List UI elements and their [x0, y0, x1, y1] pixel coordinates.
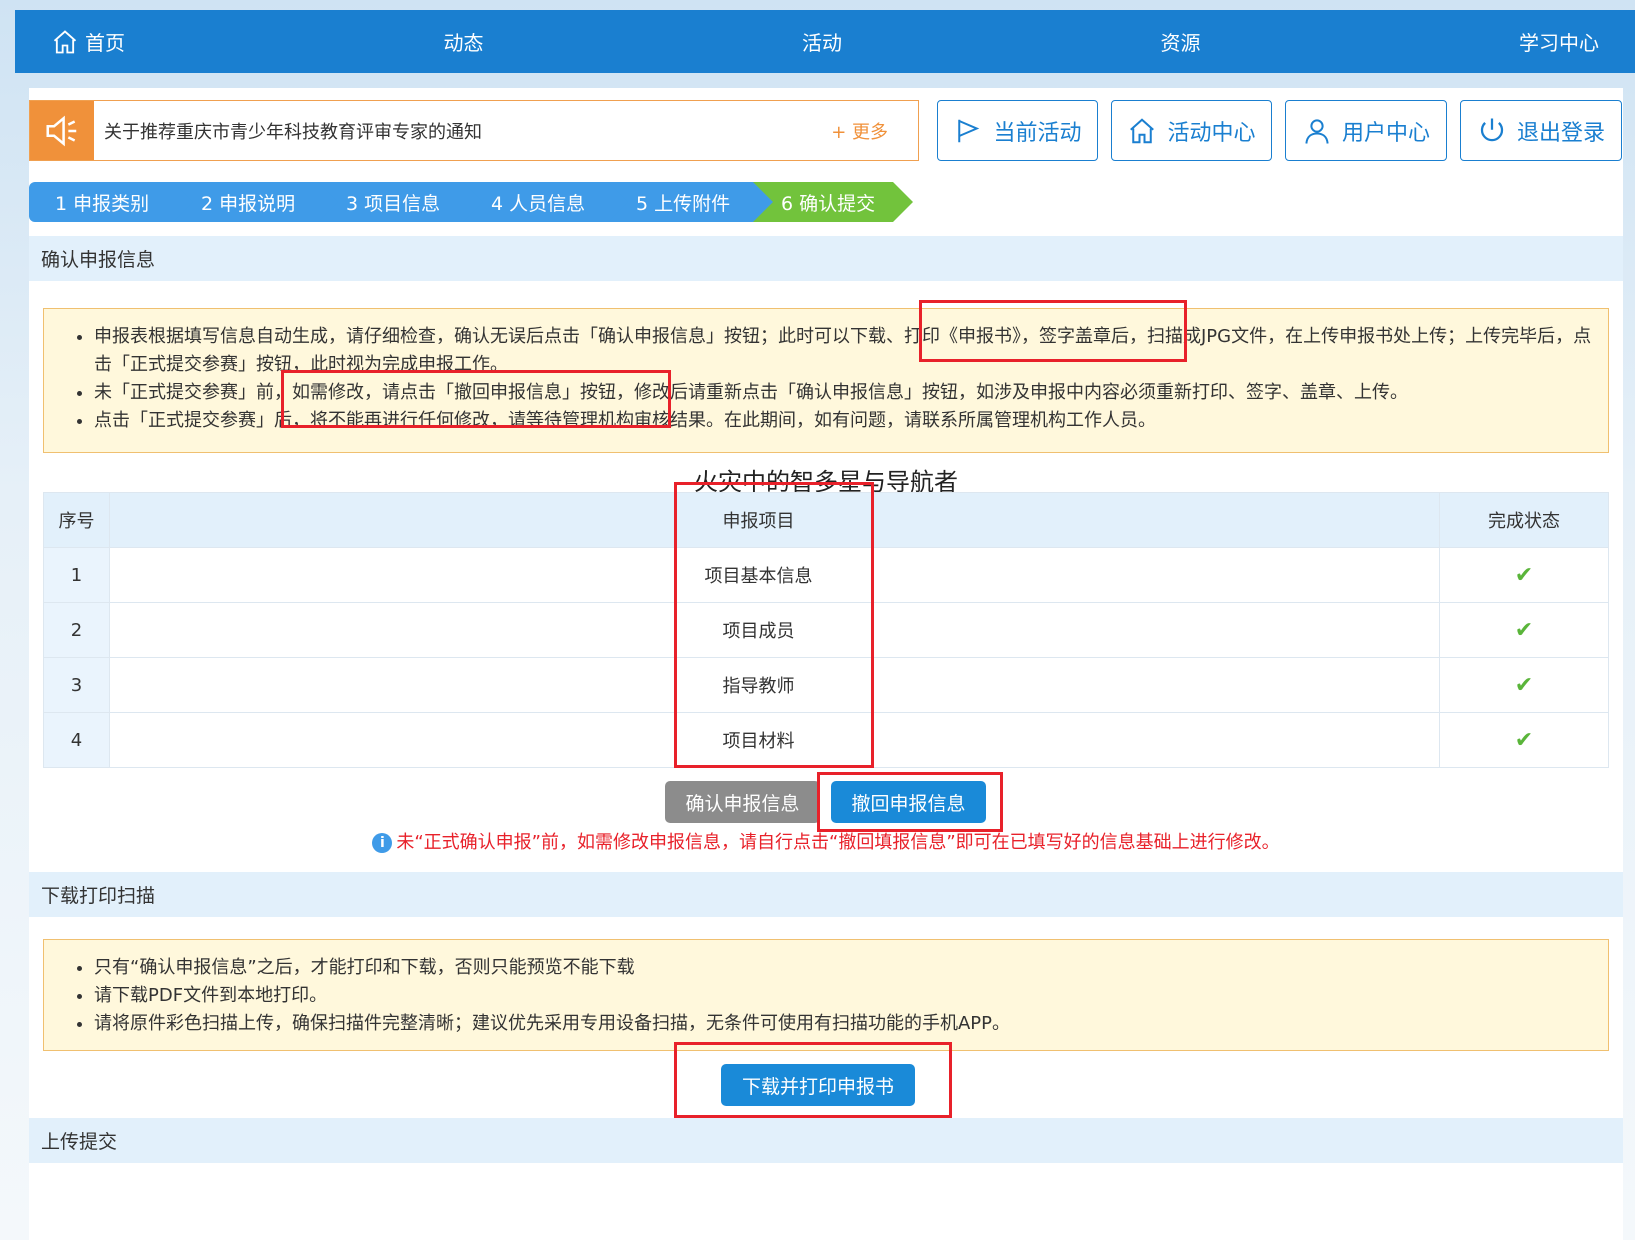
nav-learning-center[interactable]: 学习中心 [1519, 27, 1599, 56]
download-tip-2: 请下载PDF文件到本地打印。 [94, 982, 1594, 1010]
flag-icon [958, 119, 980, 142]
row-index: 4 [43, 712, 110, 768]
col-index: 序号 [43, 492, 110, 548]
upload-section-header: 上传提交 [29, 1118, 1623, 1163]
col-item: 申报项目 [109, 492, 1440, 548]
table-row: 4 项目材料 ✔ [43, 712, 1609, 768]
withdraw-hint-text: 未“正式确认申报”前，如需修改申报信息，请自行点击“撤回填报信息”即可在已填写好… [396, 832, 1280, 853]
declaration-table: 序号 申报项目 完成状态 1 项目基本信息 ✔ 2 项目成员 ✔ 3 指导教师 … [43, 492, 1609, 768]
user-icon [1305, 118, 1329, 144]
upload-section-title: 上传提交 [41, 1131, 118, 1153]
row-status: ✔ [1439, 547, 1609, 603]
withdraw-hint: i 未“正式确认申报”前，如需修改申报信息，请自行点击“撤回填报信息”即可在已填写… [29, 828, 1623, 854]
nav-resources[interactable]: 资源 [1161, 27, 1201, 56]
table-row: 1 项目基本信息 ✔ [43, 547, 1609, 603]
notice-bar: 关于推荐重庆市青少年科技教育评审专家的通知 + 更多 [29, 100, 919, 161]
notice-text[interactable]: 关于推荐重庆市青少年科技教育评审专家的通知 [104, 118, 831, 144]
nav-home-label: 首页 [85, 31, 125, 55]
download-section-title: 下载打印扫描 [41, 885, 156, 907]
step-2[interactable]: 2 申报说明 [173, 182, 339, 222]
user-center-label: 用户中心 [1341, 120, 1430, 146]
table-row: 2 项目成员 ✔ [43, 602, 1609, 658]
check-icon: ✔ [1514, 727, 1534, 753]
logout-label: 退出登录 [1516, 120, 1605, 146]
nav-home[interactable]: 首页 [51, 27, 125, 56]
row-item: 指导教师 [109, 657, 1440, 713]
current-activity-label: 当前活动 [993, 120, 1082, 146]
notice-more-link[interactable]: + 更多 [831, 118, 888, 144]
withdraw-declaration-button[interactable]: 撤回申报信息 [831, 781, 986, 823]
step-1[interactable]: 1 申报类别 [29, 182, 195, 222]
activity-center-label: 活动中心 [1167, 120, 1256, 146]
nav-news-label: 动态 [443, 31, 484, 55]
download-tip-1: 只有“确认申报信息”之后，才能打印和下载，否则只能预览不能下载 [94, 954, 1594, 982]
confirm-section-title: 确认申报信息 [41, 249, 156, 271]
home-icon [53, 29, 77, 53]
check-icon: ✔ [1514, 617, 1534, 643]
logout-button[interactable]: 退出登录 [1460, 100, 1622, 161]
activity-center-button[interactable]: 活动中心 [1111, 100, 1272, 161]
speaker-icon [30, 101, 94, 160]
current-activity-button[interactable]: 当前活动 [937, 100, 1098, 161]
confirm-tips: 申报表根据填写信息自动生成，请仔细检查，确认无误后点击「确认申报信息」按钮；此时… [43, 308, 1609, 453]
step-4[interactable]: 4 人员信息 [463, 182, 629, 222]
info-icon: i [372, 833, 393, 853]
top-navigation: 首页 动态 活动 资源 学习中心 [15, 10, 1635, 73]
row-index: 1 [43, 547, 110, 603]
download-tip-3: 请将原件彩色扫描上传，确保扫描件完整清晰；建议优先采用专用设备扫描，无条件可使用… [94, 1010, 1594, 1038]
main-content: 关于推荐重庆市青少年科技教育评审专家的通知 + 更多 当前活动 活动中心 用户中… [29, 88, 1623, 1240]
confirm-tip-1: 申报表根据填写信息自动生成，请仔细检查，确认无误后点击「确认申报信息」按钮；此时… [94, 323, 1594, 379]
home-icon [1130, 117, 1155, 143]
download-print-button[interactable]: 下载并打印申报书 [721, 1064, 915, 1106]
step-6[interactable]: 6 确认提交 [753, 182, 913, 222]
check-icon: ✔ [1514, 672, 1534, 698]
row-status: ✔ [1439, 712, 1609, 768]
row-status: ✔ [1439, 657, 1609, 713]
check-icon: ✔ [1514, 562, 1534, 588]
row-status: ✔ [1439, 602, 1609, 658]
download-section-header: 下载打印扫描 [29, 872, 1623, 917]
step-3[interactable]: 3 项目信息 [318, 182, 484, 222]
download-tips: 只有“确认申报信息”之后，才能打印和下载，否则只能预览不能下载 请下载PDF文件… [43, 939, 1609, 1051]
row-item: 项目材料 [109, 712, 1440, 768]
nav-activity[interactable]: 活动 [802, 27, 842, 56]
step-progress: 1 申报类别 2 申报说明 3 项目信息 4 人员信息 5 上传附件 6 确认提… [29, 182, 949, 222]
table-header-row: 序号 申报项目 完成状态 [43, 492, 1609, 548]
confirm-declaration-button[interactable]: 确认申报信息 [665, 781, 820, 823]
nav-learning-label: 学习中心 [1519, 31, 1599, 55]
step-5[interactable]: 5 上传附件 [608, 182, 774, 222]
nav-resources-label: 资源 [1160, 31, 1201, 55]
row-index: 3 [43, 657, 110, 713]
nav-activity-label: 活动 [802, 31, 842, 55]
row-item: 项目基本信息 [109, 547, 1440, 603]
user-center-button[interactable]: 用户中心 [1285, 100, 1447, 161]
table-row: 3 指导教师 ✔ [43, 657, 1609, 713]
col-status: 完成状态 [1439, 492, 1609, 548]
confirm-tip-2: 未「正式提交参赛」前，如需修改，请点击「撤回申报信息」按钮，修改后请重新点击「确… [94, 379, 1594, 407]
power-icon [1480, 118, 1504, 141]
row-index: 2 [43, 602, 110, 658]
confirm-section-header: 确认申报信息 [29, 236, 1623, 281]
confirm-tip-3: 点击「正式提交参赛」后，将不能再进行任何修改，请等待管理机构审核结果。在此期间，… [94, 407, 1594, 435]
row-item: 项目成员 [109, 602, 1440, 658]
nav-news[interactable]: 动态 [444, 27, 484, 56]
